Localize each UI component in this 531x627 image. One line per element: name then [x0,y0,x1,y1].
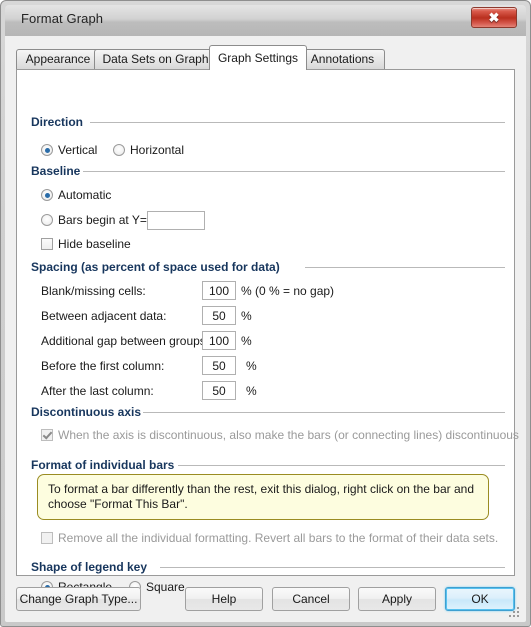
bars-begin-at-y-input[interactable] [147,211,205,230]
radio-icon [113,144,125,156]
checkbox-remove-individual-formatting-label: Remove all the individual formatting. Re… [58,531,499,545]
radio-baseline-bars-begin-at-y[interactable]: Bars begin at Y= [41,213,147,227]
group-baseline-label: Baseline [31,164,87,178]
group-discontinuous-axis-label: Discontinuous axis [31,405,148,419]
tab-data-sets-on-graph[interactable]: Data Sets on Graph [94,49,217,69]
spacing-row-label-4: After the last column: [41,384,154,398]
spacing-input-before-first-column[interactable] [202,356,236,375]
spacing-row-unit-0: % (0 % = no gap) [241,284,335,298]
checkbox-discontinuous-bars[interactable]: When the axis is discontinuous, also mak… [41,428,519,442]
radio-baseline-bars-begin-at-y-label: Bars begin at Y= [58,213,147,227]
radio-legend-square-label: Square [146,580,185,594]
spacing-row-unit-1: % [241,309,252,323]
spacing-row-unit-3: % [246,359,257,373]
ok-button[interactable]: OK [445,587,515,611]
checkbox-remove-individual-formatting[interactable]: Remove all the individual formatting. Re… [41,531,498,545]
radio-baseline-automatic-label: Automatic [58,188,112,202]
change-graph-type-button[interactable]: Change Graph Type... [16,587,141,611]
title-bar: Format Graph ✖ [5,5,526,36]
radio-direction-horizontal[interactable]: Horizontal [113,143,184,157]
spacing-row-label-1: Between adjacent data: [41,309,167,323]
resize-grip[interactable] [509,607,521,619]
group-individual-bars-rule [178,465,505,466]
group-spacing-rule [305,267,505,268]
graph-settings-panel: Direction Vertical Horizontal Baseline A… [16,69,519,594]
close-icon: ✖ [488,10,500,25]
help-button[interactable]: Help [185,587,263,611]
dialog-window: Format Graph ✖ Appearance Data Sets on G… [0,0,531,627]
group-legend-key-label: Shape of legend key [31,560,154,574]
group-spacing-label: Spacing (as percent of space used for da… [31,260,286,274]
radio-baseline-automatic[interactable]: Automatic [41,188,111,202]
close-button[interactable]: ✖ [471,7,517,28]
group-discontinuous-axis: Discontinuous axis [31,405,505,419]
group-direction-label: Direction [31,115,90,129]
spacing-row-unit-2: % [241,334,252,348]
radio-direction-horizontal-label: Horizontal [130,143,185,157]
spacing-row-label-0: Blank/missing cells: [41,284,146,298]
spacing-input-after-last-column[interactable] [202,381,236,400]
spacing-row-label-3: Before the first column: [41,359,165,373]
spacing-row-label-2: Additional gap between groups: [41,334,210,348]
spacing-input-blank-missing-cells[interactable] [202,281,236,300]
checkbox-icon [41,238,53,250]
cancel-button[interactable]: Cancel [272,587,350,611]
radio-icon [41,144,53,156]
spacing-input-additional-gap-between-groups[interactable] [202,331,236,350]
checkbox-hide-baseline[interactable]: Hide baseline [41,237,131,251]
checkbox-discontinuous-bars-label: When the axis is discontinuous, also mak… [58,428,519,442]
spacing-row-unit-4: % [246,384,257,398]
group-baseline-rule [83,171,505,172]
group-individual-bars-label: Format of individual bars [31,458,181,472]
checkbox-icon [41,429,53,441]
radio-direction-vertical-label: Vertical [58,143,98,157]
checkbox-icon [41,532,53,544]
checkbox-hide-baseline-label: Hide baseline [58,237,131,251]
group-spacing: Spacing (as percent of space used for da… [31,260,505,274]
group-legend-key: Shape of legend key [31,560,505,574]
tab-strip: Appearance Data Sets on Graph Graph Sett… [16,45,516,70]
radio-direction-vertical[interactable]: Vertical [41,143,97,157]
group-legend-key-rule [160,567,505,568]
group-direction: Direction [31,115,505,129]
radio-icon [41,214,53,226]
apply-button[interactable]: Apply [358,587,436,611]
radio-icon [41,189,53,201]
group-individual-bars: Format of individual bars [31,458,505,472]
group-baseline: Baseline [31,164,505,178]
tab-appearance[interactable]: Appearance [16,49,100,69]
individual-bars-tip: To format a bar differently than the res… [37,474,489,520]
tab-graph-settings[interactable]: Graph Settings [209,45,307,70]
window-inner: Format Graph ✖ Appearance Data Sets on G… [5,5,526,622]
tab-annotations[interactable]: Annotations [300,49,385,69]
window-title: Format Graph [21,11,104,26]
group-direction-rule [90,122,505,123]
dialog-body: Appearance Data Sets on Graph Graph Sett… [5,36,526,622]
spacing-input-between-adjacent-data[interactable] [202,306,236,325]
group-discontinuous-axis-rule [143,412,505,413]
